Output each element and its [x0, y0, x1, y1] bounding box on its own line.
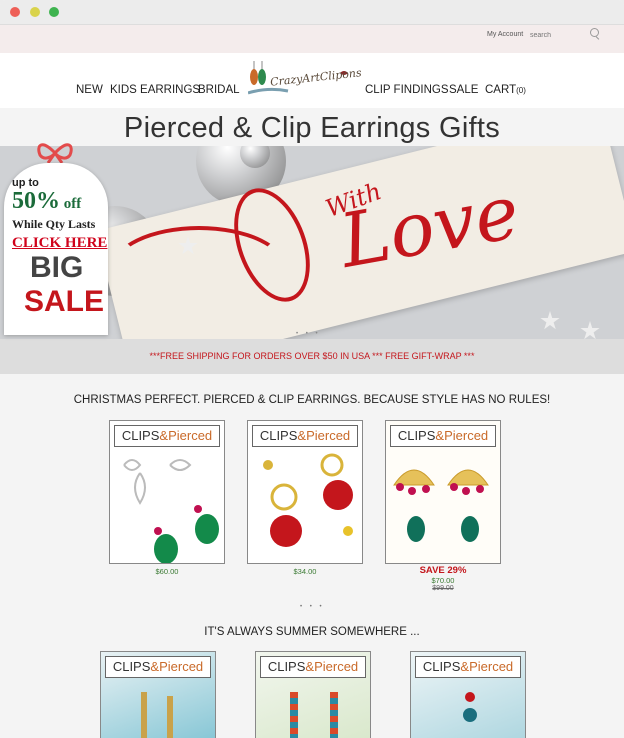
- window-chrome: [0, 0, 624, 25]
- product-price: $70.00: [431, 576, 455, 585]
- product-card[interactable]: CLIPS&Pierced $60.00: [109, 420, 225, 576]
- promo-click-here[interactable]: CLICK HERE: [12, 235, 107, 252]
- product-card[interactable]: CLIPS&Pierced SAVE 29% $70.00 $99.00: [385, 420, 501, 592]
- utility-bar: My Account: [0, 25, 624, 53]
- product-card[interactable]: CLIPS&Pierced: [410, 651, 527, 738]
- star-icon: [540, 311, 560, 330]
- promo-qty: While Qty Lasts: [12, 217, 96, 231]
- earring-image-icon: [167, 696, 173, 738]
- earring-image-icon: [463, 708, 477, 722]
- brand-header: CLIPS&Pierced: [260, 656, 366, 678]
- earring-image-icon: [465, 692, 475, 702]
- brand-header: CLIPS&Pierced: [114, 425, 220, 447]
- carousel-dots[interactable]: • • •: [296, 331, 321, 337]
- ribbon-curve: [110, 226, 288, 314]
- product-card[interactable]: CLIPS&Pierced: [255, 651, 372, 738]
- nav-item-kids-earrings[interactable]: KIDS EARRINGS: [110, 84, 200, 96]
- brand-header: CLIPS&Pierced: [105, 656, 211, 678]
- promo-percent: 50% off: [12, 188, 82, 214]
- product-old-price: $99.00: [432, 585, 454, 592]
- my-account-link[interactable]: My Account: [487, 31, 523, 38]
- product-card[interactable]: CLIPS&Pierced: [100, 651, 217, 738]
- product-discount: SAVE 29%: [419, 565, 467, 576]
- sale-promo-tag[interactable]: up to 50% off While Qty Lasts CLICK HERE…: [2, 135, 110, 335]
- product-price: $34.00: [293, 567, 317, 576]
- section-title-summer: IT'S ALWAYS SUMMER SOMEWHERE ...: [204, 626, 420, 638]
- earring-image-icon: [330, 692, 338, 738]
- product-card[interactable]: CLIPS&Pierced $34.00: [247, 420, 363, 576]
- promo-big: BIG: [30, 251, 84, 284]
- earring-image-icon: [393, 469, 489, 542]
- cart-count: (0): [516, 86, 526, 95]
- earring-image-icon: [141, 692, 147, 738]
- product-image[interactable]: CLIPS&Pierced: [410, 651, 526, 738]
- product-image[interactable]: CLIPS&Pierced: [255, 651, 371, 738]
- brand-header: CLIPS&Pierced: [415, 656, 521, 678]
- nav-item-new[interactable]: NEW: [76, 84, 103, 96]
- shipping-banner: ***FREE SHIPPING FOR ORDERS OVER $50 IN …: [0, 339, 624, 374]
- carousel-dots[interactable]: • • •: [300, 604, 325, 610]
- nav-item-clip-findings[interactable]: CLIP FINDINGS: [365, 84, 449, 96]
- earring-image-icon: [123, 459, 219, 563]
- product-image[interactable]: CLIPS&Pierced: [247, 420, 363, 564]
- product-image[interactable]: CLIPS&Pierced: [109, 420, 225, 564]
- minimize-window-button[interactable]: [30, 7, 40, 17]
- earring-image-icon: [290, 692, 298, 738]
- close-window-button[interactable]: [10, 7, 20, 17]
- cart-label: CART: [485, 84, 517, 96]
- nav-item-cart[interactable]: CART(0): [485, 84, 526, 96]
- bow-icon: [37, 143, 73, 163]
- browser-window: My Account NEW KIDS EARRINGS BRIDAL Craz…: [0, 0, 624, 738]
- earring-image-icon: [263, 453, 353, 547]
- brand-header: CLIPS&Pierced: [252, 425, 358, 447]
- search-icon[interactable]: [590, 28, 599, 37]
- brand-header: CLIPS&Pierced: [390, 425, 496, 447]
- nav-item-sale[interactable]: SALE: [449, 84, 478, 96]
- maximize-window-button[interactable]: [49, 7, 59, 17]
- nav-item-bridal[interactable]: BRIDAL: [198, 84, 240, 96]
- product-price: $60.00: [155, 567, 179, 576]
- product-image[interactable]: CLIPS&Pierced: [100, 651, 216, 738]
- product-image[interactable]: CLIPS&Pierced: [385, 420, 501, 564]
- section-title-christmas: CHRISTMAS PERFECT. PIERCED & CLIP EARRIN…: [73, 394, 551, 406]
- main-nav: NEW KIDS EARRINGS BRIDAL CrazyArtClipons…: [0, 53, 624, 108]
- star-icon: [580, 321, 600, 339]
- promo-sale: SALE: [24, 285, 105, 318]
